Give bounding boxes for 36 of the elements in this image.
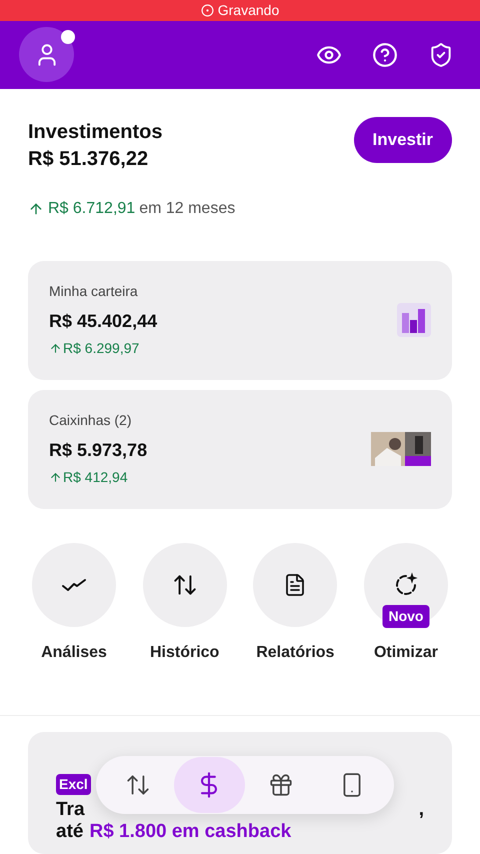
section-title: Investimentos <box>28 120 162 145</box>
invest-button[interactable]: Investir <box>354 116 452 163</box>
card-amount: R$ 45.402,44 <box>49 310 158 332</box>
growth-period: em 12 meses <box>139 198 236 219</box>
card-gain: R$ 412,94 <box>63 468 128 487</box>
up-arrow-icon <box>49 470 62 484</box>
investment-card[interactable]: Caixinhas (2) R$ 5.973,78 R$ 412,94 <box>28 390 452 509</box>
up-arrow-icon <box>49 342 62 355</box>
shortcut-label: Relatórios <box>256 642 334 663</box>
shortcut-label: Histórico <box>150 642 220 663</box>
record-icon <box>200 4 214 17</box>
shortcut-button[interactable]: Novo Otimizar <box>364 542 448 665</box>
promo-text: até <box>56 821 84 844</box>
promo-headline-end: , <box>418 799 424 822</box>
new-badge: Novo <box>382 604 430 628</box>
bar-chart-icon <box>397 303 431 338</box>
gift-icon <box>268 772 294 798</box>
shortcut-button[interactable]: Relatórios <box>253 542 338 665</box>
promo-headline: Tra <box>56 799 85 822</box>
card-gain: R$ 6.299,97 <box>63 338 140 358</box>
card-title: Caixinhas (2) <box>49 410 132 429</box>
cashback-amount: R$ 1.800 em cashback <box>89 821 292 844</box>
growth-amount: R$ 6.712,91 <box>48 198 136 219</box>
shortcut-label: Análises <box>41 642 107 663</box>
card-title: Minha carteira <box>49 282 139 300</box>
up-arrow-icon <box>28 200 44 217</box>
total-amount: R$ 51.376,22 <box>28 146 150 172</box>
exclusive-badge: Excl <box>56 774 91 796</box>
shortcut-button[interactable]: Análises <box>32 542 116 665</box>
investment-card[interactable]: Minha carteira R$ 45.402,44 R$ 6.299,97 <box>28 260 452 380</box>
trend-line-icon <box>61 578 87 592</box>
recording-label: Gravando <box>218 1 280 20</box>
shortcut-button[interactable]: Histórico <box>142 542 227 665</box>
shortcut-label: Otimizar <box>374 642 438 663</box>
card-amount: R$ 5.973,78 <box>49 438 148 461</box>
help-icon <box>372 42 398 68</box>
